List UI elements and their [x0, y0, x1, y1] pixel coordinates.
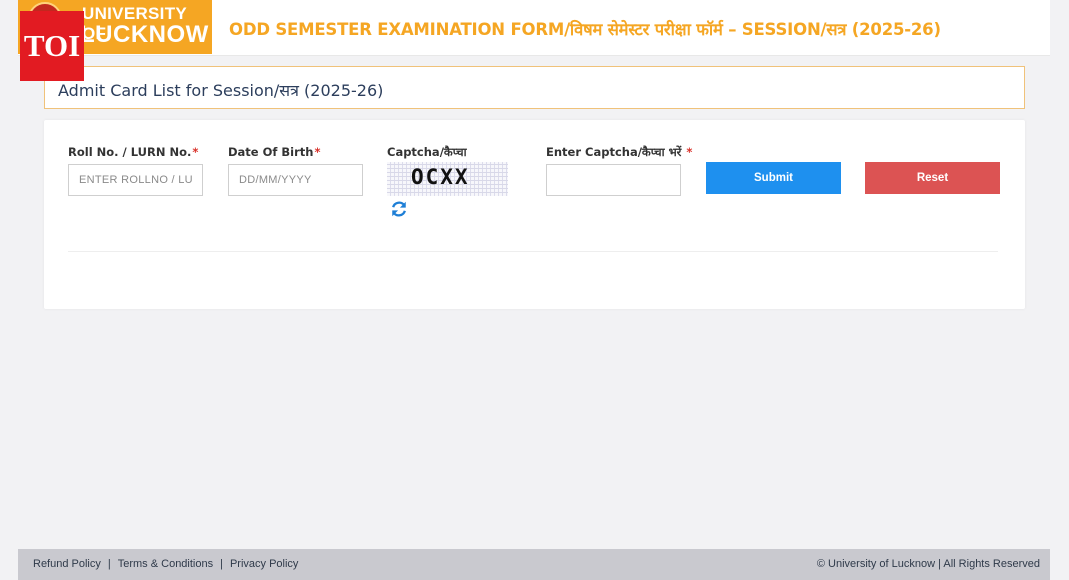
dob-input[interactable] [228, 164, 363, 196]
captcha-text: OCXX [411, 165, 470, 189]
divider [68, 251, 998, 252]
captcha-image: OCXX [387, 162, 508, 196]
page-header: UNIVERSITY OF LUCKNOW ODD SEMESTER EXAMI… [18, 0, 1050, 56]
submit-button[interactable]: Submit [706, 162, 841, 194]
section-header: Admit Card List for Session/सत्र (2025-2… [44, 66, 1025, 109]
footer-links: Refund Policy | Terms & Conditions | Privacy… [33, 558, 298, 570]
logo-text-line2: LUCKNOW [80, 21, 209, 48]
copyright-text: © University of Lucknow | All Rights Res… [816, 558, 1040, 570]
required-mark: * [686, 145, 693, 159]
toi-badge: TOI [20, 11, 84, 81]
footer-separator: | [107, 558, 111, 570]
enter-captcha-label-text: Enter Captcha/कैप्चा भरें [546, 145, 682, 159]
admit-card-form: Roll No. / LURN No.* Date Of Birth* Capt… [44, 120, 1025, 309]
terms-conditions-link[interactable]: Terms & Conditions [118, 558, 213, 570]
dob-label-text: Date Of Birth [228, 145, 314, 159]
privacy-policy-link[interactable]: Privacy Policy [230, 558, 298, 570]
refund-policy-link[interactable]: Refund Policy [33, 558, 101, 570]
refresh-icon[interactable] [390, 200, 408, 218]
roll-number-label: Roll No. / LURN No.* [68, 145, 198, 159]
required-mark: * [314, 145, 321, 159]
captcha-label: Captcha/कैप्चा [387, 145, 467, 159]
page-footer: Refund Policy | Terms & Conditions | Privacy… [18, 549, 1050, 580]
page-title: ODD SEMESTER EXAMINATION FORM/विषम सेमेस… [229, 20, 941, 39]
enter-captcha-label: Enter Captcha/कैप्चा भरें * [546, 145, 692, 160]
dob-label: Date Of Birth* [228, 145, 320, 159]
required-mark: * [192, 145, 199, 159]
footer-separator: | [220, 558, 223, 570]
roll-number-input[interactable] [68, 164, 203, 196]
reset-button[interactable]: Reset [865, 162, 1000, 194]
captcha-input[interactable] [546, 164, 681, 196]
roll-number-label-text: Roll No. / LURN No. [68, 145, 192, 159]
section-title: Admit Card List for Session/सत्र (2025-2… [58, 81, 384, 100]
